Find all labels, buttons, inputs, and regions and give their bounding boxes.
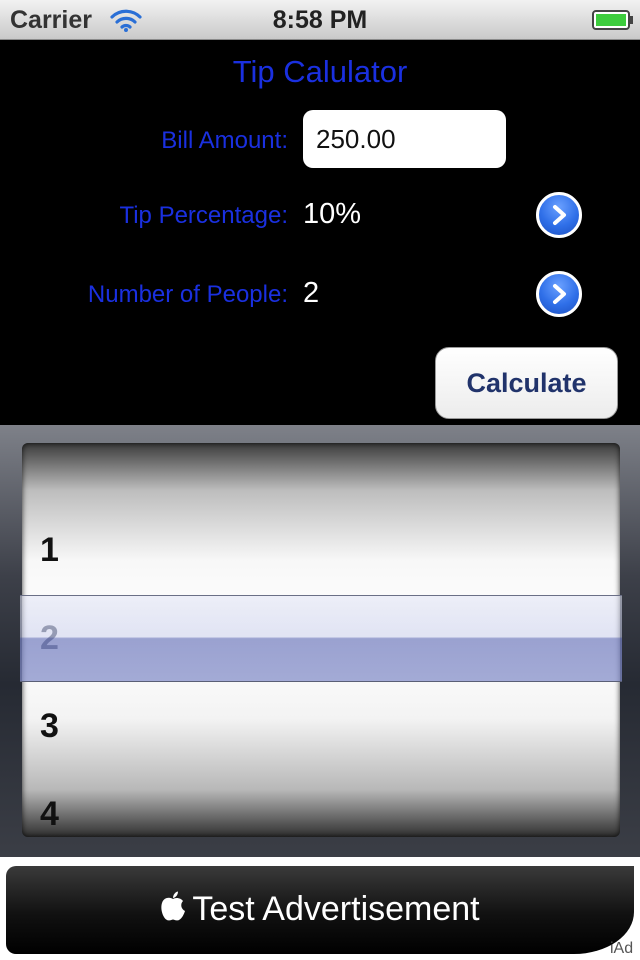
picker-row[interactable]: 1 — [40, 531, 59, 570]
apple-logo-icon — [160, 868, 186, 954]
number-of-people-value: 2 — [303, 277, 320, 309]
iad-badge: iAd — [610, 940, 634, 957]
ad-banner-content[interactable]: Test Advertisement — [0, 866, 640, 954]
chevron-right-icon — [553, 284, 566, 304]
battery-full-icon — [592, 10, 634, 35]
tip-percentage-label: Tip Percentage: — [119, 202, 288, 229]
picker-row[interactable]: 3 — [40, 707, 59, 746]
status-bar: Carrier 8:58 PM — [0, 0, 640, 40]
status-time: 8:58 PM — [272, 6, 368, 34]
app-title: Tip Calulator — [232, 54, 408, 89]
picker-selection-indicator — [20, 595, 622, 682]
ad-text: Test Advertisement — [192, 890, 480, 928]
tip-percentage-disclosure-button[interactable] — [536, 192, 582, 238]
picker-row[interactable]: 4 — [40, 795, 59, 834]
number-of-people-label: Number of People: — [87, 281, 288, 308]
calculate-button[interactable]: Calculate — [435, 347, 618, 419]
chevron-right-icon — [553, 205, 566, 225]
tip-percentage-value: 10% — [303, 198, 362, 230]
number-of-people-disclosure-button[interactable] — [536, 271, 582, 317]
bill-amount-field[interactable]: 250.00 — [303, 110, 506, 168]
bill-amount-label: Bill Amount: — [161, 127, 288, 154]
